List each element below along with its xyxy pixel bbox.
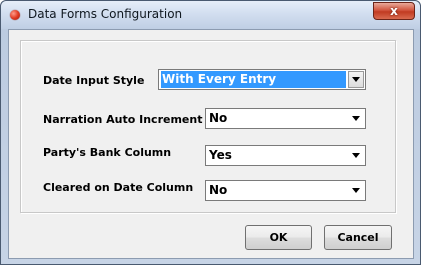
chevron-down-icon[interactable] [348, 110, 364, 127]
cleared-on-date-column-combo[interactable]: No [205, 180, 366, 201]
ok-button[interactable]: OK [245, 225, 312, 250]
narration-auto-increment-label: Narration Auto Increment [43, 113, 203, 126]
narration-auto-increment-combo[interactable]: No [205, 108, 366, 129]
chevron-down-icon[interactable] [348, 71, 364, 88]
partys-bank-column-combo[interactable]: Yes [205, 145, 366, 166]
app-icon [10, 10, 20, 20]
dialog-window: Data Forms Configuration x Date Input St… [0, 0, 421, 265]
date-input-style-label: Date Input Style [43, 74, 145, 87]
title-bar[interactable]: Data Forms Configuration x [1, 1, 420, 29]
close-button[interactable]: x [373, 2, 415, 20]
chevron-down-icon[interactable] [348, 147, 364, 164]
date-input-style-combo[interactable]: With Every Entry [158, 69, 366, 90]
dialog-client-area: Date Input Style With Every Entry Narrat… [8, 29, 414, 259]
cleared-on-date-column-value: No [209, 183, 228, 197]
chevron-down-icon[interactable] [348, 182, 364, 199]
partys-bank-column-value: Yes [209, 148, 232, 162]
narration-auto-increment-value: No [209, 111, 228, 125]
partys-bank-column-label: Party's Bank Column [43, 146, 172, 159]
cancel-button[interactable]: Cancel [324, 225, 392, 250]
cleared-on-date-column-label: Cleared on Date Column [43, 181, 194, 194]
date-input-style-value: With Every Entry [161, 71, 346, 88]
window-title: Data Forms Configuration [28, 7, 183, 21]
